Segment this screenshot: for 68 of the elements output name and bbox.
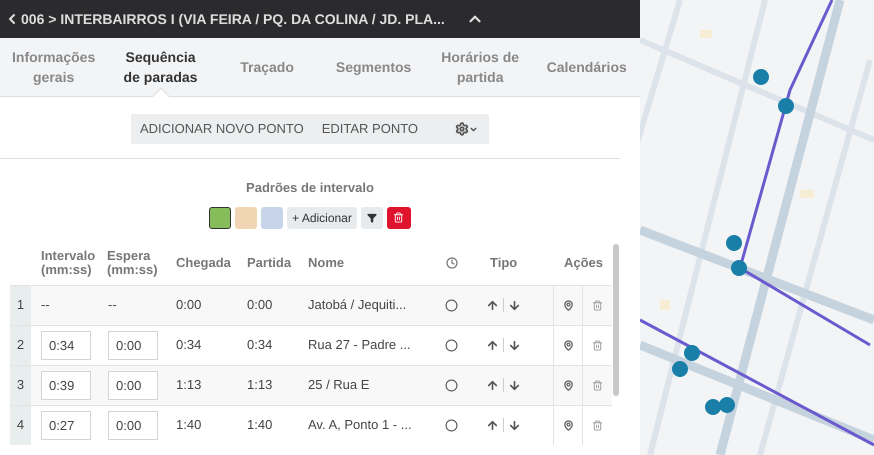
- move-down-icon[interactable]: [508, 378, 521, 392]
- tab[interactable]: Sequência de paradas: [107, 38, 214, 96]
- column-header: Ações: [564, 255, 604, 270]
- color-swatch[interactable]: [261, 206, 284, 228]
- arrival-time: 1:13: [176, 377, 202, 392]
- departure-time: 1:40: [247, 417, 272, 432]
- departure-time: 0:00: [247, 297, 272, 312]
- circle-icon[interactable]: [445, 338, 458, 352]
- interval-field[interactable]: 0:34: [41, 330, 91, 360]
- section-title: Padrões de intervalo: [246, 179, 374, 197]
- arrival-time: 0:34: [176, 337, 202, 352]
- column-header: Intervalo (mm:ss): [41, 248, 96, 277]
- column-header: Espera (mm:ss): [107, 248, 158, 277]
- delete-icon[interactable]: [592, 380, 603, 390]
- delete-icon[interactable]: [592, 420, 603, 430]
- move-down-icon[interactable]: [508, 338, 521, 352]
- filter-icon: [366, 212, 377, 222]
- scrollbar[interactable]: [613, 244, 619, 396]
- interval-field[interactable]: 0:39: [41, 370, 91, 400]
- delete-icon[interactable]: [592, 340, 603, 350]
- column-header: Nome: [308, 255, 344, 270]
- color-swatch[interactable]: [209, 206, 232, 228]
- stop-name: Rua 27 - Padre ...: [308, 337, 411, 352]
- departure-time: 1:13: [247, 377, 272, 392]
- stop-name: Av. A, Ponto 1 - ...: [308, 417, 412, 432]
- interval-field[interactable]: 0:27: [41, 410, 91, 440]
- trash-icon: [393, 212, 404, 223]
- delete-icon[interactable]: [592, 300, 603, 310]
- move-up-icon[interactable]: [486, 378, 499, 392]
- filter-button[interactable]: [360, 206, 383, 228]
- wait-field[interactable]: 0:00: [108, 330, 158, 360]
- interval-field: --: [41, 297, 50, 312]
- move-up-icon[interactable]: [486, 418, 499, 432]
- stop-name: 25 / Rua E: [308, 377, 370, 392]
- clock-icon: [446, 257, 458, 269]
- arrival-time: 0:00: [176, 297, 202, 312]
- wait-field[interactable]: 0:00: [108, 370, 158, 400]
- stop-name: Jatobá / Jequiti...: [308, 297, 406, 312]
- add-button[interactable]: + Adicionar: [287, 206, 357, 228]
- color-swatch[interactable]: [235, 206, 258, 228]
- row-number: 3: [16, 376, 24, 394]
- row-number: 2: [16, 336, 24, 354]
- settings-icon: [455, 122, 470, 136]
- column-header: Chegada: [176, 255, 231, 270]
- location-icon[interactable]: [562, 420, 574, 430]
- row-number: 1: [16, 296, 24, 314]
- route-title: 006 > INTERBAIRROS I (VIA FEIRA / PQ. DA COLINA / JD. PLA...: [21, 10, 445, 29]
- row-number: 4: [16, 416, 24, 434]
- column-header: Partida: [247, 255, 292, 270]
- circle-icon[interactable]: [445, 418, 458, 432]
- toolbar-button[interactable]: ADICIONAR NOVO PONTO: [131, 114, 313, 144]
- circle-icon[interactable]: [445, 298, 458, 312]
- move-down-icon[interactable]: [508, 418, 521, 432]
- circle-icon[interactable]: [445, 378, 458, 392]
- column-header: Tipo: [490, 255, 518, 270]
- wait-field: --: [108, 297, 117, 312]
- location-icon[interactable]: [562, 340, 574, 350]
- delete-button[interactable]: [386, 206, 411, 228]
- move-up-icon[interactable]: [486, 298, 499, 312]
- location-icon[interactable]: [562, 300, 574, 310]
- caret-icon: [469, 124, 478, 134]
- move-up-icon[interactable]: [486, 338, 499, 352]
- departure-time: 0:34: [247, 337, 272, 352]
- wait-field[interactable]: 0:00: [108, 410, 158, 440]
- location-icon[interactable]: [562, 380, 574, 390]
- toolbar-button[interactable]: EDITAR PONTO: [312, 114, 428, 144]
- arrival-time: 1:40: [176, 417, 202, 432]
- move-down-icon[interactable]: [508, 298, 521, 312]
